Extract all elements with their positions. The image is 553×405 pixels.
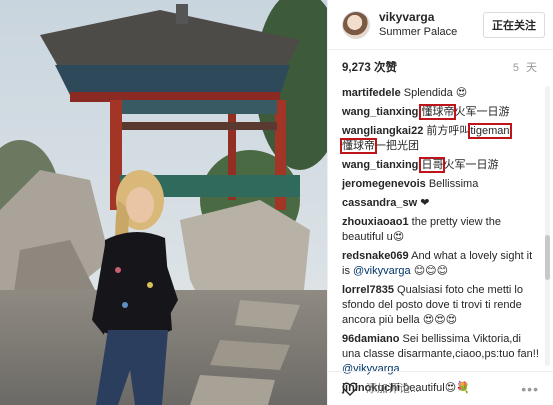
comments-list: martifedele Splendida 😍 wang_tianxing 懂球… — [340, 86, 539, 400]
highlighted-text: 日哥 — [419, 157, 446, 173]
comment-username[interactable]: cassandra_sw — [342, 197, 417, 209]
comments-scrollbar-track[interactable] — [545, 86, 550, 366]
comment-text: Splendida 😍 — [400, 87, 468, 99]
more-options-icon[interactable]: ••• — [521, 381, 539, 397]
comment-item: wang_tianxing 日哥火军一日游 — [342, 157, 539, 173]
comment-username[interactable]: wang_tianxing — [342, 106, 418, 118]
comment-text: 一把光团 — [375, 140, 419, 152]
post-detail-panel: vikyvarga Summer Palace 正在关注 9,273 次赞 5 … — [327, 0, 553, 405]
heart-icon[interactable] — [342, 381, 358, 397]
author-info: vikyvarga Summer Palace — [379, 10, 483, 40]
comment-username[interactable]: lorrel7835 — [342, 284, 394, 296]
comment-item: lorrel7835 Qualsiasi foto che metti lo s… — [342, 283, 539, 328]
comment-item: wang_tianxing 懂球帝火军一日游 — [342, 104, 539, 120]
comment-username[interactable]: jeromegenevois — [342, 178, 426, 190]
comment-username[interactable]: 96damiano — [342, 333, 399, 345]
comment-bar: ••• — [328, 371, 553, 405]
comment-item: redsnake069 And what a lovely sight it i… — [342, 249, 539, 279]
comment-item: jeromegenevois Bellissima — [342, 177, 539, 192]
comment-username[interactable]: wang_tianxing — [342, 159, 418, 171]
highlighted-text: tigeman — [468, 123, 512, 139]
comment-username[interactable]: zhouxiaoao1 — [342, 216, 409, 228]
post-photo — [0, 0, 327, 405]
comment-item: martifedele Splendida 😍 — [342, 86, 539, 101]
comment-text: 😊😊😊 — [410, 265, 449, 277]
highlighted-text: 懂球帝 — [340, 138, 377, 154]
comment-username[interactable]: redsnake069 — [342, 250, 409, 262]
mention-link[interactable]: @vikyvarga — [353, 265, 411, 277]
post-header: vikyvarga Summer Palace 正在关注 — [328, 0, 553, 50]
comment-text: 前方呼叫 — [423, 125, 471, 137]
post-age[interactable]: 5 天 — [513, 59, 539, 75]
comment-text: ❤ — [417, 197, 430, 209]
following-button[interactable]: 正在关注 — [483, 11, 545, 38]
comment-text: 火军一日游 — [443, 159, 499, 171]
comment-text: 火军一日游 — [454, 106, 510, 118]
author-username[interactable]: vikyvarga — [379, 10, 483, 25]
comment-item: zhouxiaoao1 the pretty view the beautifu… — [342, 215, 539, 245]
highlighted-text: 懂球帝 — [419, 104, 457, 120]
add-comment-input[interactable] — [366, 382, 522, 395]
comments-scrollbar-thumb[interactable] — [545, 235, 550, 280]
comment-item: wangliangkai22 前方呼叫tigeman 懂球帝一把光团 — [340, 123, 539, 154]
post-meta: 9,273 次赞 5 天 — [328, 50, 553, 84]
likes-count[interactable]: 9,273 次赞 — [342, 59, 397, 75]
post-location[interactable]: Summer Palace — [379, 25, 483, 40]
comment-username[interactable]: martifedele — [342, 87, 401, 99]
avatar[interactable] — [342, 10, 370, 39]
comment-text: Bellissima — [425, 178, 479, 190]
comment-username[interactable]: wangliangkai22 — [342, 125, 423, 137]
comment-item: cassandra_sw ❤ — [342, 196, 539, 211]
